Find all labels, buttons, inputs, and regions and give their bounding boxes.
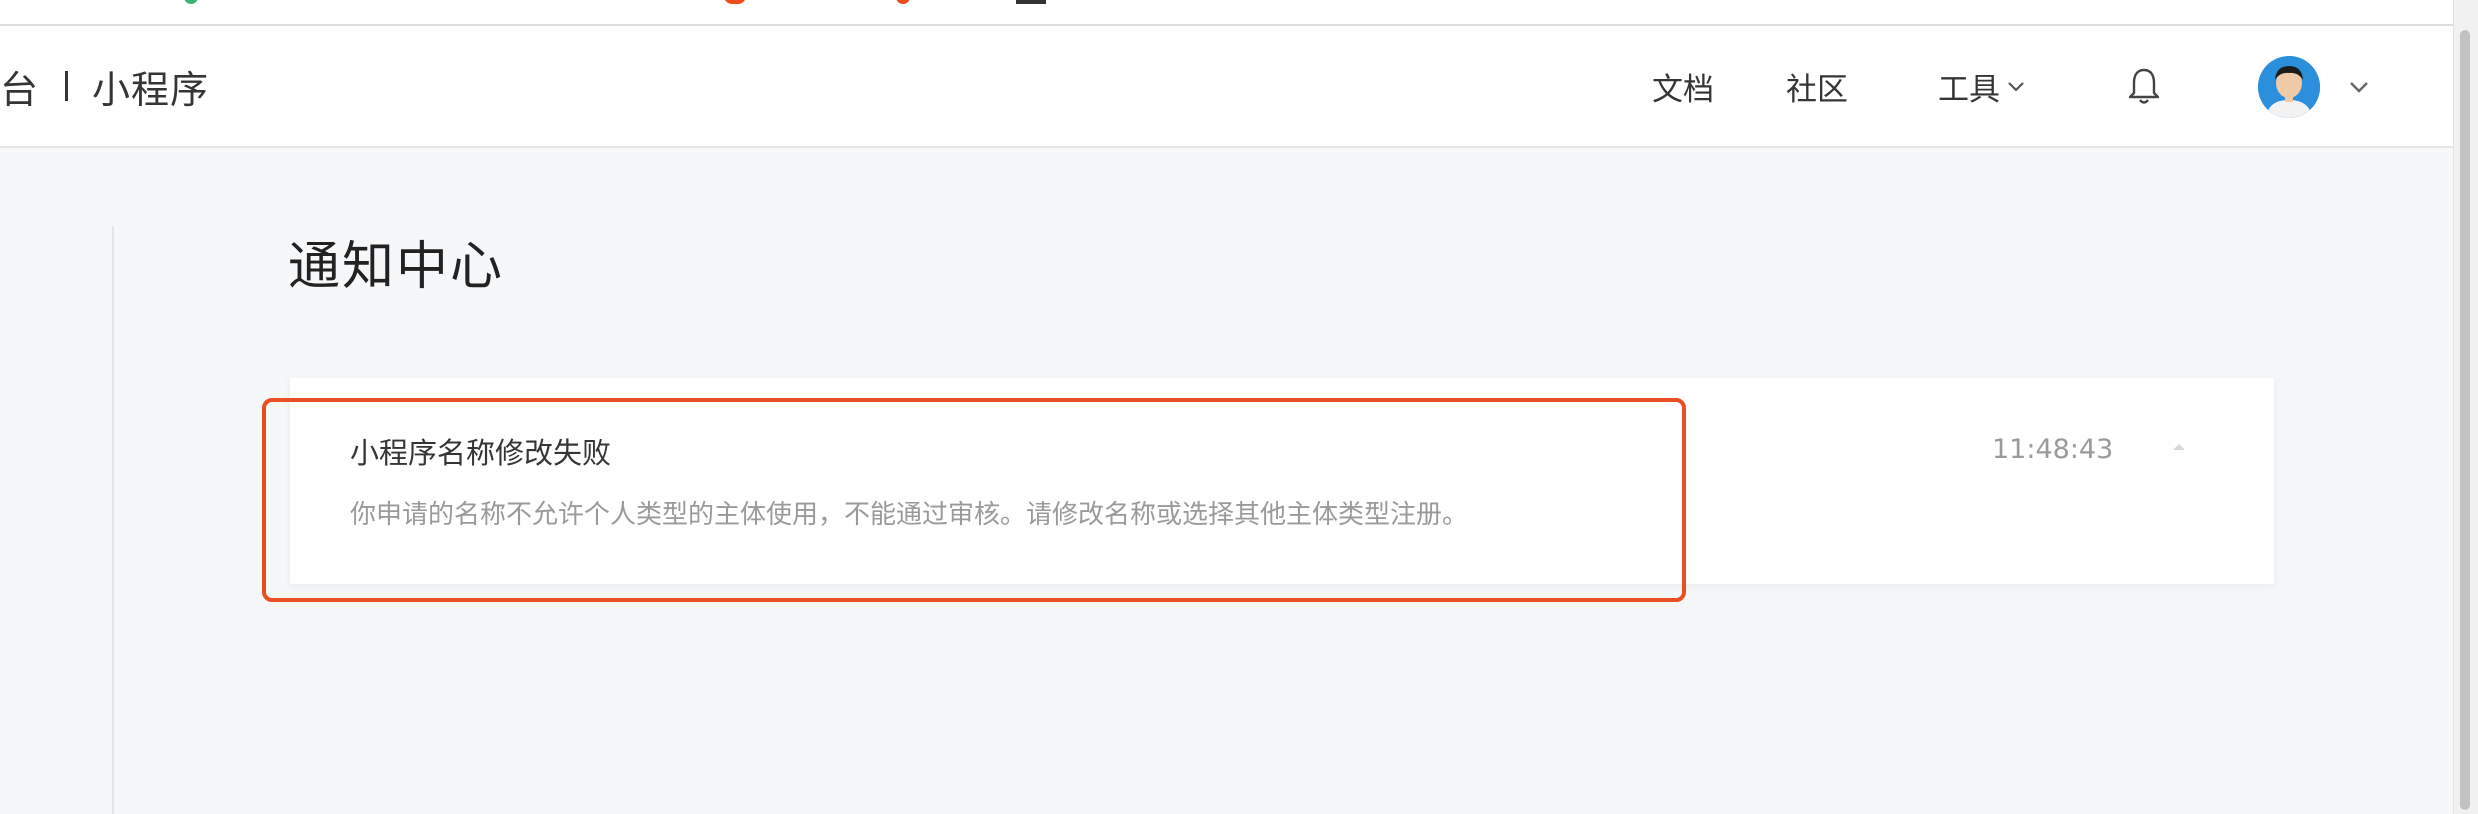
nav-community[interactable]: 社区 <box>1786 26 1848 146</box>
scrollbar[interactable] <box>2453 0 2478 814</box>
sidebar-divider <box>112 226 114 814</box>
brand-name: 小程序 <box>92 67 210 112</box>
brand-separator <box>65 71 69 101</box>
nav-tools-label: 工具 <box>1938 71 2000 108</box>
browser-tab-indicator <box>1016 0 1046 4</box>
browser-tab-indicator <box>724 0 746 4</box>
nav-tools[interactable]: 工具 <box>1938 26 2028 146</box>
top-navigation-bar: 台 小程序 文档 社区 工具 <box>0 26 2454 148</box>
brand-prefix: 台 <box>0 67 40 112</box>
chevron-down-icon <box>2008 82 2024 92</box>
highlight-annotation-box <box>262 398 1686 602</box>
page-title: 通知中心 <box>288 237 505 297</box>
avatar[interactable] <box>2258 56 2320 118</box>
avatar-image <box>2258 56 2320 118</box>
bell-icon[interactable] <box>2126 66 2162 106</box>
chevron-up-icon[interactable] <box>2168 440 2190 454</box>
chevron-down-icon[interactable] <box>2346 74 2372 100</box>
scrollbar-thumb[interactable] <box>2460 30 2470 810</box>
browser-chrome-strip <box>0 0 2454 26</box>
browser-tab-indicator <box>896 0 910 4</box>
browser-tab-indicator <box>184 0 198 4</box>
notification-time: 11:48:43 <box>1992 434 2114 465</box>
brand[interactable]: 台 小程序 <box>0 26 209 146</box>
nav-docs[interactable]: 文档 <box>1652 26 1714 146</box>
